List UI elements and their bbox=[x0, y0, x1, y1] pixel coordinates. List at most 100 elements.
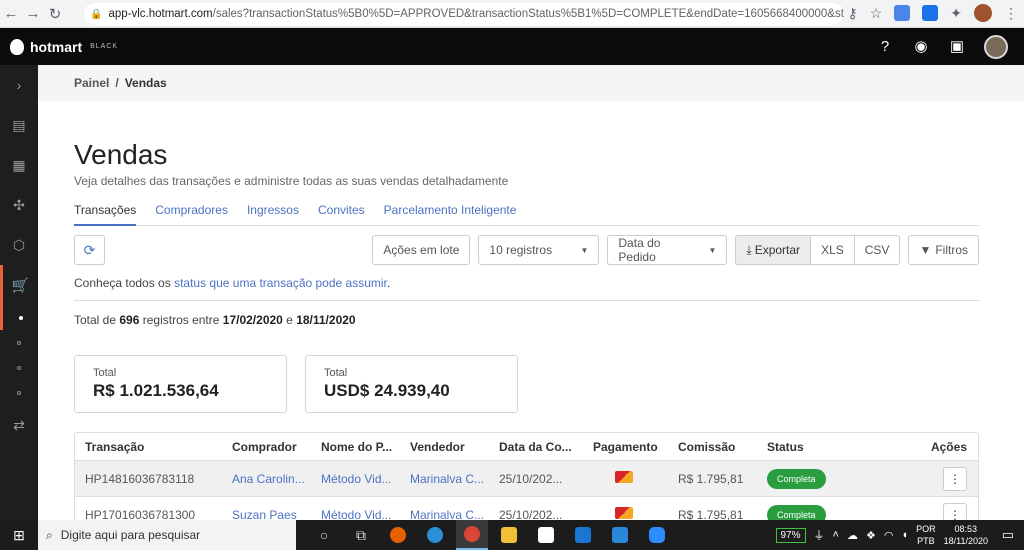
chat-icon[interactable]: ▣ bbox=[948, 38, 966, 56]
taskbar-search[interactable]: ⌕ Digite aqui para pesquisar bbox=[38, 520, 296, 550]
header-comprador[interactable]: Comprador bbox=[232, 440, 321, 454]
address-bar[interactable]: 🔒 app-vlc.hotmart.com /sales?transaction… bbox=[84, 3, 844, 25]
affiliates-icon[interactable]: ✣ bbox=[0, 185, 38, 225]
expand-sidebar-icon[interactable]: › bbox=[0, 65, 38, 105]
product-link[interactable]: Método Vid... bbox=[321, 472, 410, 486]
apps-icon[interactable]: ◉ bbox=[912, 38, 930, 56]
windows-start-icon[interactable]: ⊞ bbox=[0, 520, 38, 550]
sidebar-subitem-3[interactable] bbox=[0, 355, 38, 380]
header-produto[interactable]: Nome do P... bbox=[321, 440, 410, 454]
csv-button[interactable]: CSV bbox=[853, 235, 901, 265]
notifications-icon[interactable]: ▭ bbox=[1002, 527, 1014, 543]
dropbox-icon[interactable]: ❖ bbox=[866, 529, 876, 542]
seller-link[interactable]: Marinalva C... bbox=[410, 472, 499, 486]
product-link[interactable]: Método Vid... bbox=[321, 508, 410, 521]
date-field-select[interactable]: Data do Pedido ▼ bbox=[607, 235, 728, 265]
kebab-menu-icon[interactable]: ⋮ bbox=[943, 466, 967, 491]
header-data[interactable]: Data da Co... bbox=[499, 440, 593, 454]
wifi-icon[interactable]: ◠ bbox=[884, 529, 894, 542]
reload-icon[interactable]: ↻ bbox=[44, 5, 66, 23]
buyer-link[interactable]: Ana Carolin... bbox=[232, 472, 321, 486]
header-status[interactable]: Status bbox=[767, 440, 917, 454]
breadcrumb-current: Vendas bbox=[124, 76, 167, 90]
transaction-id[interactable]: HP14816036783118 bbox=[75, 472, 232, 486]
forward-icon[interactable]: → bbox=[22, 5, 44, 22]
xls-button[interactable]: XLS bbox=[810, 235, 855, 265]
chevron-up-icon[interactable]: ˄ bbox=[833, 529, 839, 541]
sidebar-subitem-2[interactable] bbox=[0, 330, 38, 355]
firefox-icon[interactable] bbox=[382, 520, 414, 550]
extension-2-icon[interactable] bbox=[922, 5, 939, 21]
tab-parcelamento[interactable]: Parcelamento Inteligente bbox=[384, 203, 517, 226]
transfer-icon[interactable]: ⇄ bbox=[0, 405, 38, 445]
batch-actions-button[interactable]: Ações em lote bbox=[372, 235, 471, 265]
hotmart-logo[interactable]: hotmart BLACK bbox=[0, 38, 118, 55]
payment-cell bbox=[593, 507, 678, 520]
chrome-icon[interactable] bbox=[456, 520, 488, 550]
user-avatar[interactable] bbox=[984, 34, 1008, 59]
store-icon[interactable] bbox=[530, 520, 562, 550]
star-icon[interactable]: ☆ bbox=[870, 5, 883, 22]
mail-icon[interactable] bbox=[604, 520, 636, 550]
tab-convites[interactable]: Convites bbox=[318, 203, 365, 226]
tab-transacoes[interactable]: Transações bbox=[74, 203, 137, 226]
clock-date: 18/11/2020 bbox=[943, 536, 988, 546]
l-app-icon[interactable] bbox=[567, 520, 599, 550]
profile-avatar[interactable] bbox=[974, 4, 992, 22]
total-brl-card: Total R$ 1.021.536,64 bbox=[74, 355, 287, 413]
cloud-icon[interactable]: ☁ bbox=[847, 529, 858, 542]
file-explorer-icon[interactable] bbox=[493, 520, 525, 550]
export-button[interactable]: ⤓ Exportar bbox=[735, 235, 812, 265]
back-icon[interactable]: ← bbox=[0, 5, 22, 22]
taskbar: ⊞ ⌕ Digite aqui para pesquisar ○ ⧉ 97% ⏚… bbox=[0, 520, 1024, 550]
tab-ingressos[interactable]: Ingressos bbox=[247, 203, 299, 226]
buyer-link[interactable]: Suzan Paes bbox=[232, 508, 321, 521]
transaction-id[interactable]: HP17016036781300 bbox=[75, 508, 232, 521]
menu-icon[interactable]: ⋮ bbox=[1004, 5, 1018, 22]
brand-name: hotmart bbox=[30, 38, 83, 55]
usb-icon[interactable]: ⏚ bbox=[814, 527, 825, 543]
zoom-icon[interactable] bbox=[641, 520, 673, 550]
header-pagamento[interactable]: Pagamento bbox=[593, 440, 678, 454]
refresh-button[interactable]: ⟳ bbox=[74, 235, 105, 265]
clock[interactable]: 08:53 18/11/2020 bbox=[944, 523, 988, 547]
filters-label: Filtros bbox=[935, 243, 968, 257]
volume-icon[interactable]: ◖ bbox=[901, 529, 908, 541]
table-row[interactable]: HP17016036781300 Suzan Paes Método Vid..… bbox=[75, 496, 978, 520]
battery-indicator[interactable]: 97% bbox=[775, 527, 806, 543]
dashboard-icon[interactable]: ▤ bbox=[0, 105, 38, 145]
grid-icon[interactable]: ▦ bbox=[0, 145, 38, 185]
task-view-icon[interactable]: ⧉ bbox=[345, 520, 377, 550]
table-row[interactable]: HP14816036783118 Ana Carolin... Método V… bbox=[75, 460, 978, 496]
tab-compradores[interactable]: Compradores bbox=[155, 203, 228, 226]
table-header: Transação Comprador Nome do P... Vendedo… bbox=[75, 433, 978, 460]
header-vendedor[interactable]: Vendedor bbox=[410, 440, 499, 454]
toolbar: ⟳ Ações em lote 10 registros ▼ Data do P… bbox=[74, 235, 979, 265]
kebab-menu-icon[interactable]: ⋮ bbox=[943, 502, 967, 520]
extension-icon[interactable] bbox=[894, 5, 911, 21]
key-icon[interactable]: ⚷ bbox=[847, 5, 857, 22]
total-usd-label: Total bbox=[324, 367, 348, 379]
app-header: hotmart BLACK ? ◉ ▣ bbox=[0, 28, 1024, 65]
seller-link[interactable]: Marinalva C... bbox=[410, 508, 499, 521]
records-select[interactable]: 10 registros ▼ bbox=[478, 235, 600, 265]
status-hint: Conheça todos os status que uma transaçã… bbox=[74, 276, 979, 301]
breadcrumb-root[interactable]: Painel bbox=[74, 76, 109, 90]
header-comissao[interactable]: Comissão bbox=[678, 440, 767, 454]
filters-button[interactable]: ▼ Filtros bbox=[908, 235, 979, 265]
edge-icon[interactable] bbox=[419, 520, 451, 550]
summary-start-date: 17/02/2020 bbox=[222, 313, 283, 327]
puzzle-icon[interactable]: ✦ bbox=[950, 5, 962, 22]
export-group: ⤓ Exportar XLS CSV bbox=[735, 235, 901, 265]
header-transacao[interactable]: Transação bbox=[75, 440, 232, 454]
totals-cards: Total R$ 1.021.536,64 Total USD$ 24.939,… bbox=[74, 355, 979, 413]
products-icon[interactable]: ⬡ bbox=[0, 225, 38, 265]
cortana-icon[interactable]: ○ bbox=[308, 520, 340, 550]
system-tray: 97% ⏚ ˄ ☁ ❖ ◠ ◖ POR PTB 08:53 18/11/2020 bbox=[775, 523, 988, 547]
sidebar-subitem-4[interactable] bbox=[0, 380, 38, 405]
status-info-link[interactable]: status que uma transação pode assumir bbox=[174, 276, 387, 290]
language-indicator[interactable]: POR PTB bbox=[916, 523, 936, 547]
sidebar-subitem-1[interactable] bbox=[0, 305, 38, 330]
help-icon[interactable]: ? bbox=[876, 38, 894, 56]
cart-icon[interactable]: 🛒 bbox=[0, 265, 38, 305]
